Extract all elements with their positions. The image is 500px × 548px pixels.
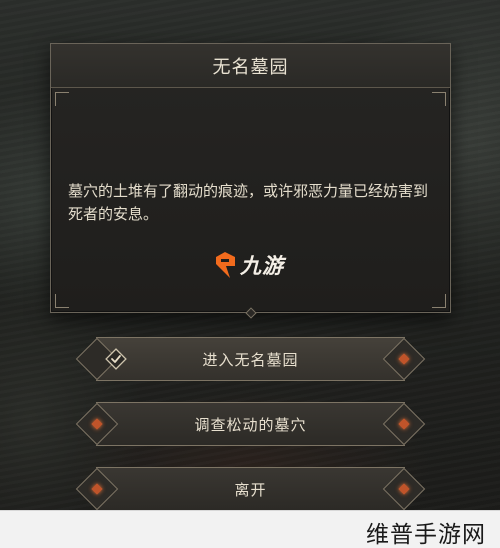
dialog-description: 墓穴的土堆有了翻动的痕迹，或许邪恶力量已经妨害到死者的安息。 [68,182,429,223]
choice-label: 离开 [234,480,267,499]
site-watermark-strip: 维普手游网 [0,510,500,548]
choice-leave[interactable]: 离开 [75,467,426,511]
choice-enter-graveyard[interactable]: 进入无名墓园 [75,337,426,381]
dialog-title: 无名墓园 [212,56,289,78]
site-watermark-text: 维普手游网 [366,522,486,548]
dialog-header: 无名墓园 [51,44,450,88]
corner-ornament [55,92,69,106]
jiuyou-watermark: 九游 [213,250,284,280]
event-dialog: 无名墓园 墓穴的土堆有了翻动的痕迹，或许邪恶力量已经妨害到死者的安息。 九游 [50,43,451,319]
check-icon [105,348,127,370]
jiuyou-logo-icon [216,252,235,278]
choice-label: 调查松动的墓穴 [194,415,307,434]
corner-ornament [55,294,69,308]
corner-ornament [432,294,446,308]
choice-label: 进入无名墓园 [202,350,299,369]
watermark-text: 九游 [240,254,284,278]
corner-ornament [432,92,446,106]
choice-investigate-grave[interactable]: 调查松动的墓穴 [75,402,426,446]
